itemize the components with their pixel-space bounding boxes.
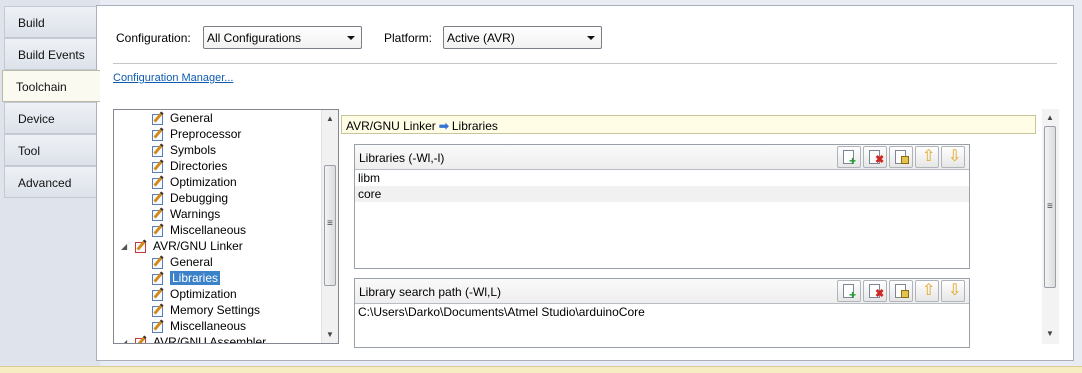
settings-page-icon bbox=[152, 110, 166, 125]
breadcrumb: AVR/GNU Linker ➡ Libraries bbox=[341, 115, 1036, 134]
libraries-group-header: Libraries (-Wl,-l) + ✖ ⇧ ⇩ bbox=[355, 145, 969, 170]
settings-page-icon bbox=[152, 222, 166, 237]
settings-page-icon bbox=[152, 270, 166, 285]
scroll-down-icon[interactable]: ▼ bbox=[1046, 329, 1054, 338]
tree-item-avr-gnu-assembler[interactable]: ◢ AVR/GNU Assembler bbox=[121, 334, 266, 344]
libraries-toolbar: + ✖ ⇧ ⇩ bbox=[837, 146, 965, 168]
tab-build-events[interactable]: Build Events bbox=[4, 38, 96, 70]
tree-scrollbar[interactable]: ▲ ≡ ▼ bbox=[321, 110, 338, 343]
move-up-icon: ⇧ bbox=[922, 282, 936, 299]
tree-item[interactable]: Debugging bbox=[152, 190, 228, 206]
list-item[interactable]: libm bbox=[355, 170, 969, 186]
configuration-manager-link[interactable]: Configuration Manager... bbox=[113, 72, 233, 84]
tab-tool[interactable]: Tool bbox=[4, 134, 96, 166]
libraries-list-group: Libraries (-Wl,-l) + ✖ ⇧ ⇩ libm core bbox=[354, 144, 970, 269]
tree-item-avr-gnu-linker[interactable]: ◢ AVR/GNU Linker bbox=[121, 238, 243, 254]
move-up-icon: ⇧ bbox=[922, 148, 936, 165]
search-path-group-header: Library search path (-Wl,L) + ✖ ⇧ ⇩ bbox=[355, 279, 969, 304]
tab-build[interactable]: Build bbox=[4, 6, 96, 38]
move-down-button[interactable]: ⇩ bbox=[941, 280, 965, 302]
edit-item-button[interactable] bbox=[889, 280, 913, 302]
tree-item[interactable]: Memory Settings bbox=[152, 302, 260, 318]
move-down-button[interactable]: ⇩ bbox=[941, 146, 965, 168]
move-up-button[interactable]: ⇧ bbox=[915, 146, 939, 168]
tree-item[interactable]: Directories bbox=[152, 158, 227, 174]
settings-page-icon bbox=[152, 286, 166, 301]
tree-item[interactable]: Miscellaneous bbox=[152, 222, 246, 238]
settings-page-icon bbox=[152, 174, 166, 189]
right-arrow-icon: ➡ bbox=[438, 119, 449, 133]
list-item[interactable]: C:\Users\Darko\Documents\Atmel Studio\ar… bbox=[355, 304, 969, 320]
move-down-icon: ⇩ bbox=[948, 282, 962, 299]
tree-item[interactable]: Miscellaneous bbox=[152, 318, 246, 334]
delete-item-button[interactable]: ✖ bbox=[863, 146, 887, 168]
tool-group-icon bbox=[135, 334, 149, 343]
configuration-label: Configuration: bbox=[116, 31, 191, 45]
tree-item[interactable]: Symbols bbox=[152, 142, 216, 158]
move-up-button[interactable]: ⇧ bbox=[915, 280, 939, 302]
grip-icon: ≡ bbox=[1047, 201, 1053, 212]
dropdown-arrow-icon bbox=[587, 36, 595, 40]
tree-item-libraries-selected[interactable]: Libraries bbox=[152, 270, 221, 286]
tree-item[interactable]: Preprocessor bbox=[152, 126, 241, 142]
platform-dropdown[interactable]: Active (AVR) bbox=[443, 26, 602, 49]
tab-device[interactable]: Device bbox=[4, 102, 96, 134]
scrollbar-thumb[interactable]: ≡ bbox=[1044, 126, 1056, 288]
tab-strip: Build Build Events Toolchain Device Tool… bbox=[0, 0, 100, 373]
settings-page-icon bbox=[152, 158, 166, 173]
settings-page-icon bbox=[152, 254, 166, 269]
tool-group-icon bbox=[135, 238, 149, 253]
scroll-up-icon[interactable]: ▲ bbox=[326, 114, 334, 123]
tree-item[interactable]: General bbox=[152, 254, 213, 270]
platform-label: Platform: bbox=[384, 31, 433, 45]
library-search-path-group: Library search path (-Wl,L) + ✖ ⇧ ⇩ C:\U… bbox=[354, 278, 970, 348]
add-item-button[interactable]: + bbox=[837, 146, 861, 168]
search-path-toolbar: + ✖ ⇧ ⇩ bbox=[837, 280, 965, 302]
tab-advanced[interactable]: Advanced bbox=[4, 166, 96, 198]
scroll-up-icon[interactable]: ▲ bbox=[1046, 113, 1054, 122]
settings-page-icon bbox=[152, 302, 166, 317]
dropdown-arrow-icon bbox=[347, 36, 355, 40]
tree-item[interactable]: General bbox=[152, 110, 213, 126]
settings-page-icon bbox=[152, 126, 166, 141]
scrollbar-thumb[interactable]: ≡ bbox=[324, 165, 336, 286]
move-down-icon: ⇩ bbox=[948, 148, 962, 165]
status-strip bbox=[0, 366, 1082, 373]
tree-item[interactable]: Warnings bbox=[152, 206, 220, 222]
settings-page-icon bbox=[152, 206, 166, 221]
scroll-down-icon[interactable]: ▼ bbox=[326, 330, 334, 339]
collapse-triangle-icon[interactable]: ◢ bbox=[121, 242, 133, 251]
header-separator bbox=[113, 63, 1057, 64]
delete-item-button[interactable]: ✖ bbox=[863, 280, 887, 302]
tab-toolchain[interactable]: Toolchain bbox=[2, 70, 100, 102]
settings-page-icon bbox=[152, 142, 166, 157]
add-item-button[interactable]: + bbox=[837, 280, 861, 302]
grip-icon: ≡ bbox=[327, 218, 333, 229]
list-item[interactable]: core bbox=[355, 186, 969, 202]
settings-page-icon bbox=[152, 318, 166, 333]
tree-item[interactable]: Optimization bbox=[152, 174, 237, 190]
settings-page-icon bbox=[152, 190, 166, 205]
edit-item-button[interactable] bbox=[889, 146, 913, 168]
tree-item[interactable]: Optimization bbox=[152, 286, 237, 302]
toolchain-tree[interactable]: General Preprocessor Symbols Directories… bbox=[113, 109, 339, 344]
content-scrollbar[interactable]: ▲ ≡ ▼ bbox=[1042, 109, 1059, 344]
collapse-triangle-icon[interactable]: ◢ bbox=[121, 338, 133, 344]
configuration-dropdown[interactable]: All Configurations bbox=[203, 26, 362, 49]
